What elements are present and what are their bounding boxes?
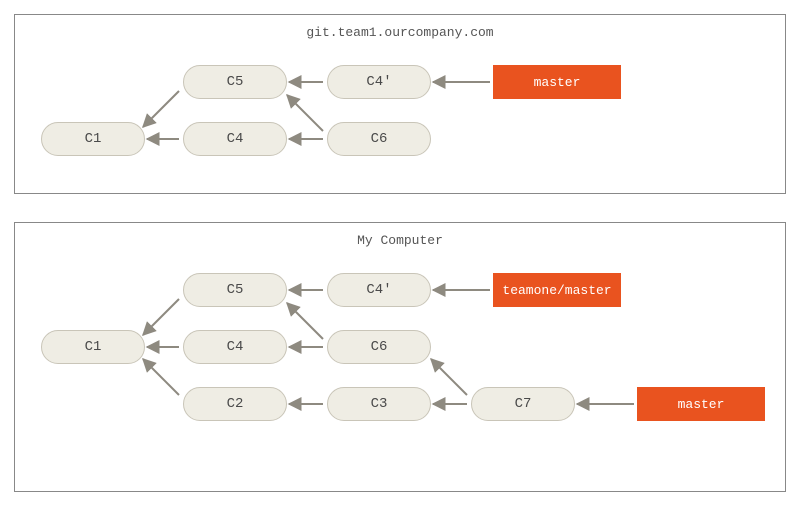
commit-node: C5 — [183, 65, 287, 99]
ref-label: master — [637, 387, 765, 421]
remote-arrows — [15, 15, 785, 193]
commit-node: C6 — [327, 330, 431, 364]
commit-node: C3 — [327, 387, 431, 421]
commit-node: C5 — [183, 273, 287, 307]
ref-label: teamone/master — [493, 273, 621, 307]
commit-node: C1 — [41, 330, 145, 364]
commit-node: C7 — [471, 387, 575, 421]
remote-panel: git.team1.ourcompany.com C1 C5 C4 C4' C6… — [14, 14, 786, 194]
commit-node: C1 — [41, 122, 145, 156]
commit-node: C2 — [183, 387, 287, 421]
commit-node: C4' — [327, 65, 431, 99]
commit-node: C4 — [183, 122, 287, 156]
ref-label: master — [493, 65, 621, 99]
local-panel-title: My Computer — [15, 233, 785, 248]
commit-node: C4' — [327, 273, 431, 307]
commit-node: C4 — [183, 330, 287, 364]
remote-panel-title: git.team1.ourcompany.com — [15, 25, 785, 40]
commit-node: C6 — [327, 122, 431, 156]
local-panel: My Computer C1 C5 C4 C2 C4' C6 — [14, 222, 786, 492]
